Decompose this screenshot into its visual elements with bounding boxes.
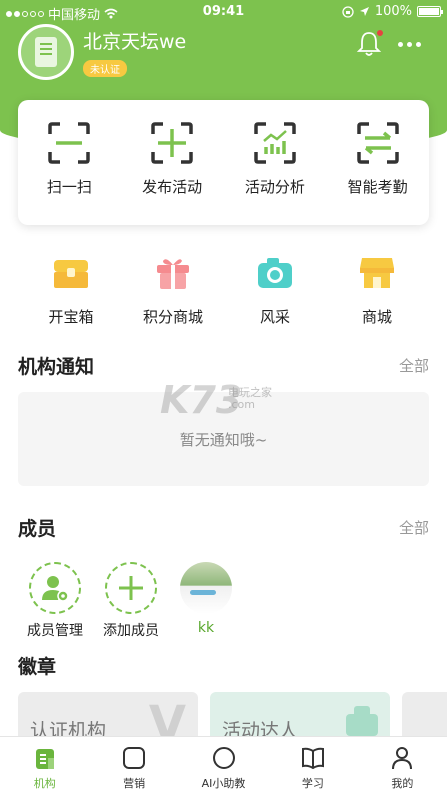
scan-label: 扫一扫	[46, 178, 92, 196]
store-icon	[360, 258, 394, 288]
badge-card-activity-expert[interactable]: 活动达人	[210, 692, 390, 740]
tab-learning-label: 学习	[301, 777, 324, 790]
tab-learning[interactable]: 学习	[268, 737, 357, 794]
add-member-icon	[119, 576, 143, 600]
add-member-button[interactable]: 添加成员	[91, 562, 171, 640]
chart-analysis-icon	[254, 122, 296, 164]
treasure-chest-button[interactable]: 开宝箱	[20, 252, 122, 327]
publish-activity-button[interactable]: 发布活动	[121, 100, 224, 225]
org-avatar[interactable]	[18, 24, 74, 80]
treasure-chest-label: 开宝箱	[48, 308, 94, 326]
activity-analysis-button[interactable]: 活动分析	[224, 100, 327, 225]
org-name: 北京天坛we	[83, 31, 187, 53]
tab-bar: 机构 营销 AI小助教 学习 我的	[0, 736, 447, 794]
activity-analysis-label: 活动分析	[244, 178, 305, 196]
points-mall-button[interactable]: 积分商城	[122, 252, 224, 327]
member-manage-button[interactable]: 成员管理	[15, 562, 95, 640]
attendance-arrows-icon	[356, 122, 399, 164]
style-gallery-label: 风采	[259, 308, 290, 326]
marketing-icon	[123, 747, 146, 769]
store-label: 商城	[361, 308, 392, 326]
tab-institution-label: 机构	[33, 777, 56, 790]
treasure-chest-icon	[54, 260, 88, 288]
book-icon	[301, 747, 324, 770]
member-manage-icon	[42, 576, 69, 602]
badge-card-certified[interactable]: V 认证机构	[18, 692, 198, 740]
more-dots-icon[interactable]	[398, 42, 421, 47]
tab-ai-assistant-label: AI小助教	[201, 777, 246, 790]
notice-view-all-link[interactable]: 全部	[399, 355, 429, 376]
rotation-lock-icon	[342, 5, 354, 18]
member-manage-label: 成员管理	[27, 623, 83, 639]
tab-marketing[interactable]: 营销	[89, 737, 178, 794]
member-avatar	[180, 562, 232, 614]
style-gallery-button[interactable]: 风采	[224, 252, 326, 327]
notice-empty-text: 暂无通知哦~	[179, 430, 268, 449]
feature-row: 开宝箱 积分商城 风采 商城	[0, 252, 447, 327]
publish-activity-label: 发布活动	[142, 178, 203, 196]
member-name: kk	[197, 620, 215, 636]
ai-assistant-icon	[212, 747, 235, 769]
smart-attendance-button[interactable]: 智能考勤	[326, 100, 429, 225]
institution-icon	[35, 749, 54, 769]
gift-icon	[157, 259, 189, 289]
watermark-logo: K73 电玩之家 .com	[160, 378, 272, 422]
tab-profile-label: 我的	[391, 777, 414, 790]
members-view-all-link[interactable]: 全部	[399, 517, 429, 538]
store-button[interactable]: 商城	[326, 252, 428, 327]
add-member-label: 添加成员	[103, 623, 159, 639]
badges-carousel[interactable]: V 认证机构 活动达人	[18, 692, 447, 740]
scan-button[interactable]: 扫一扫	[18, 100, 121, 225]
quick-actions-card: 扫一扫 发布活动 活动分析 智能考勤	[18, 100, 429, 225]
bell-icon[interactable]	[356, 30, 383, 58]
tab-ai-assistant[interactable]: AI小助教	[179, 737, 268, 794]
battery-percent: 100%	[374, 4, 412, 19]
tab-marketing-label: 营销	[123, 777, 146, 790]
smart-attendance-label: 智能考勤	[347, 178, 408, 196]
battery-icon	[417, 6, 443, 17]
notice-section-title: 机构通知	[18, 356, 95, 378]
notification-dot	[377, 30, 383, 36]
status-bar: 中国移动 09:41 100%	[0, 0, 447, 24]
cert-status-badge[interactable]: 未认证	[83, 60, 127, 77]
members-section-title: 成员	[18, 518, 57, 540]
tab-profile[interactable]: 我的	[358, 737, 447, 794]
org-profile[interactable]: 北京天坛we 未认证	[18, 24, 186, 80]
building-icon	[35, 37, 57, 67]
badge-card-partial[interactable]	[402, 692, 447, 740]
badges-section-title: 徽章	[18, 656, 57, 678]
badge-expert-icon	[346, 706, 378, 736]
tab-institution[interactable]: 机构	[0, 737, 89, 794]
profile-icon	[392, 747, 413, 770]
location-icon	[359, 7, 369, 16]
member-kk[interactable]: kk	[166, 562, 246, 636]
watermark-url: .com	[228, 398, 255, 411]
points-mall-label: 积分商城	[142, 308, 203, 326]
scan-icon	[48, 122, 91, 164]
camera-icon	[258, 258, 292, 288]
publish-plus-icon	[151, 122, 193, 164]
